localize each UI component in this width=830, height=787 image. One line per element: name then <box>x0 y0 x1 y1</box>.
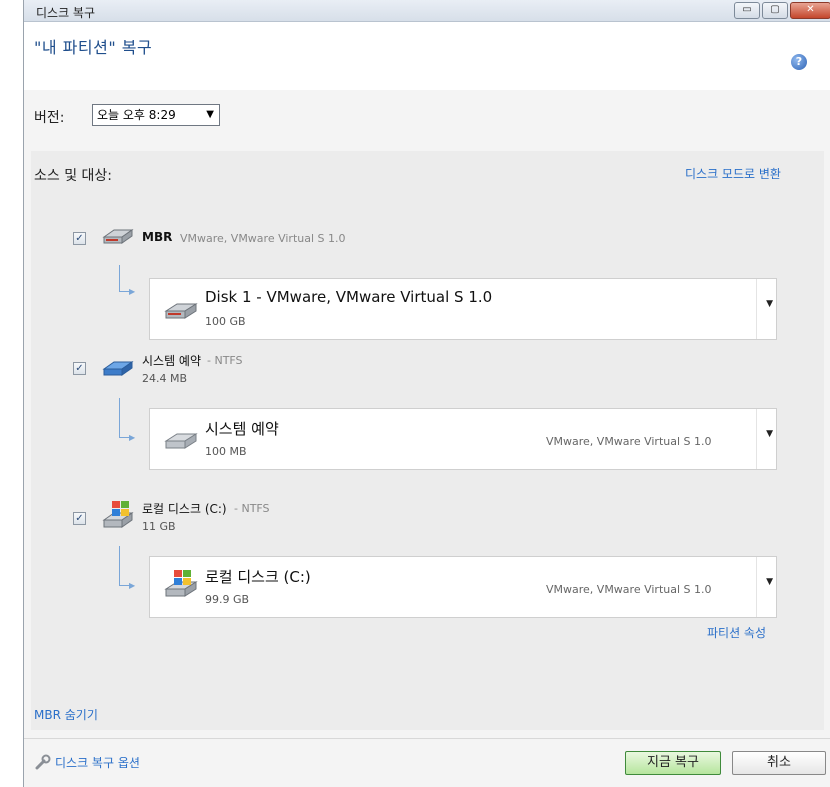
target-size: 100 GB <box>205 315 246 328</box>
window-title: 디스크 복구 <box>36 6 96 20</box>
disk-mode-link[interactable]: 디스크 모드로 변환 <box>685 165 781 182</box>
partition-disk-icon <box>102 361 134 376</box>
version-dropdown[interactable]: 오늘 오후 8:29 ▼ <box>92 104 220 126</box>
divider <box>756 279 757 339</box>
item-mbr-name: MBR <box>142 230 173 244</box>
maximize-button[interactable]: ▢ <box>762 2 788 19</box>
item-system-reserved-detail: - NTFS <box>207 354 243 367</box>
target-desc: VMware, VMware Virtual S 1.0 <box>546 435 712 448</box>
target-dropdown-system-reserved[interactable]: 시스템 예약 100 MB VMware, VMware Virtual S 1… <box>149 408 777 470</box>
hard-disk-icon <box>102 229 134 244</box>
item-system-reserved-name: 시스템 예약 <box>142 354 202 368</box>
hide-mbr-link[interactable]: MBR 숨기기 <box>34 706 98 723</box>
cancel-button[interactable]: 취소 <box>732 751 826 775</box>
section-label: 소스 및 대상: <box>34 168 113 184</box>
arrow-right-icon: ▶ <box>129 433 136 442</box>
checkbox-local-disk-c[interactable]: ✓ <box>73 512 86 525</box>
version-selected-value: 오늘 오후 8:29 <box>97 108 176 122</box>
minimize-button[interactable]: ▭ <box>734 2 760 19</box>
arrow-right-icon: ▶ <box>129 287 136 296</box>
wrench-icon <box>35 754 51 770</box>
arrow-right-icon: ▶ <box>129 581 136 590</box>
divider <box>756 409 757 469</box>
recover-now-button[interactable]: 지금 복구 <box>625 751 721 775</box>
checkbox-system-reserved[interactable]: ✓ <box>73 362 86 375</box>
item-mbr-detail: VMware, VMware Virtual S 1.0 <box>180 232 346 245</box>
target-desc: VMware, VMware Virtual S 1.0 <box>546 583 712 596</box>
target-name: 로컬 디스크 (C:) <box>205 568 311 586</box>
hard-disk-icon <box>164 433 198 449</box>
divider <box>756 557 757 617</box>
item-local-disk-c-detail: - NTFS <box>234 502 270 515</box>
version-label: 버전: <box>34 110 65 126</box>
windows-disk-icon <box>102 501 134 528</box>
target-name: 시스템 예약 <box>205 420 279 438</box>
chevron-down-icon[interactable]: ▼ <box>766 429 773 439</box>
item-local-disk-c-size: 11 GB <box>142 520 176 533</box>
chevron-down-icon: ▼ <box>206 109 214 120</box>
item-system-reserved-size: 24.4 MB <box>142 372 188 385</box>
connector-line <box>119 546 131 586</box>
windows-disk-icon <box>164 570 198 597</box>
partition-properties-link[interactable]: 파티션 속성 <box>707 624 766 641</box>
item-local-disk-c-name: 로컬 디스크 (C:) <box>142 502 227 516</box>
help-icon[interactable]: ? <box>791 54 807 70</box>
target-dropdown-mbr[interactable]: Disk 1 - VMware, VMware Virtual S 1.0 10… <box>149 278 777 340</box>
disk-recovery-window: 디스크 복구 ▭ ▢ ✕ "내 파티션" 복구 ? 버전: 오늘 오후 8:29… <box>23 0 830 787</box>
hard-disk-icon <box>164 303 198 319</box>
connector-line <box>119 398 131 438</box>
target-size: 99.9 GB <box>205 593 250 606</box>
chevron-down-icon[interactable]: ▼ <box>766 299 773 309</box>
recovery-options-link[interactable]: 디스크 복구 옵션 <box>55 754 140 771</box>
title-bar[interactable]: 디스크 복구 ▭ ▢ ✕ <box>24 0 830 22</box>
target-dropdown-local-disk-c[interactable]: 로컬 디스크 (C:) 99.9 GB VMware, VMware Virtu… <box>149 556 777 618</box>
checkbox-mbr[interactable]: ✓ <box>73 232 86 245</box>
chevron-down-icon[interactable]: ▼ <box>766 577 773 587</box>
target-name: Disk 1 - VMware, VMware Virtual S 1.0 <box>205 288 493 306</box>
page-title: "내 파티션" 복구 <box>34 38 153 57</box>
close-button[interactable]: ✕ <box>790 2 830 19</box>
target-size: 100 MB <box>205 445 247 458</box>
